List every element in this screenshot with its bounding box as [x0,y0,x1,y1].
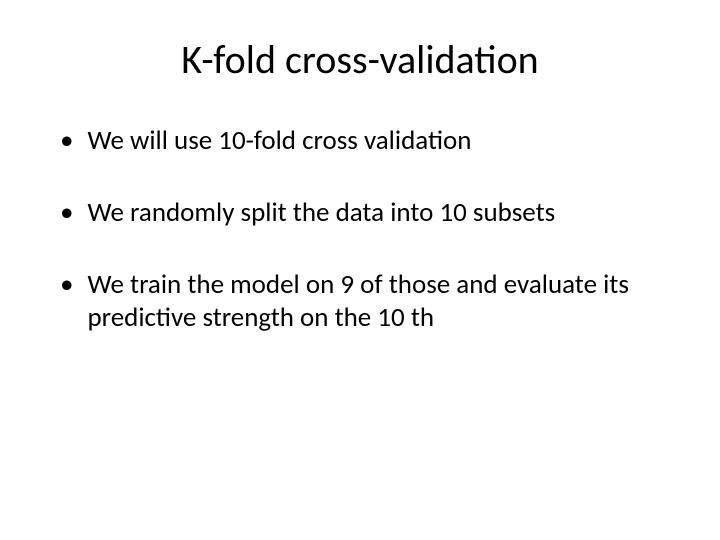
bullet-item: • We train the model on 9 of those and e… [60,268,670,336]
bullet-marker-icon: • [60,268,73,302]
bullet-item: • We randomly split the data into 10 sub… [60,196,670,230]
bullet-marker-icon: • [60,196,73,230]
bullet-marker-icon: • [60,124,73,158]
bullet-text: We will use 10-fold cross validation [87,124,670,158]
bullet-item: • We will use 10-fold cross validation [60,124,670,158]
bullet-text: We randomly split the data into 10 subse… [87,196,670,230]
slide-container: K-fold cross-validation • We will use 10… [0,0,720,540]
bullet-text: We train the model on 9 of those and eva… [87,268,670,336]
slide-content: • We will use 10-fold cross validation •… [50,124,670,335]
slide-title: K-fold cross-validation [50,35,670,84]
